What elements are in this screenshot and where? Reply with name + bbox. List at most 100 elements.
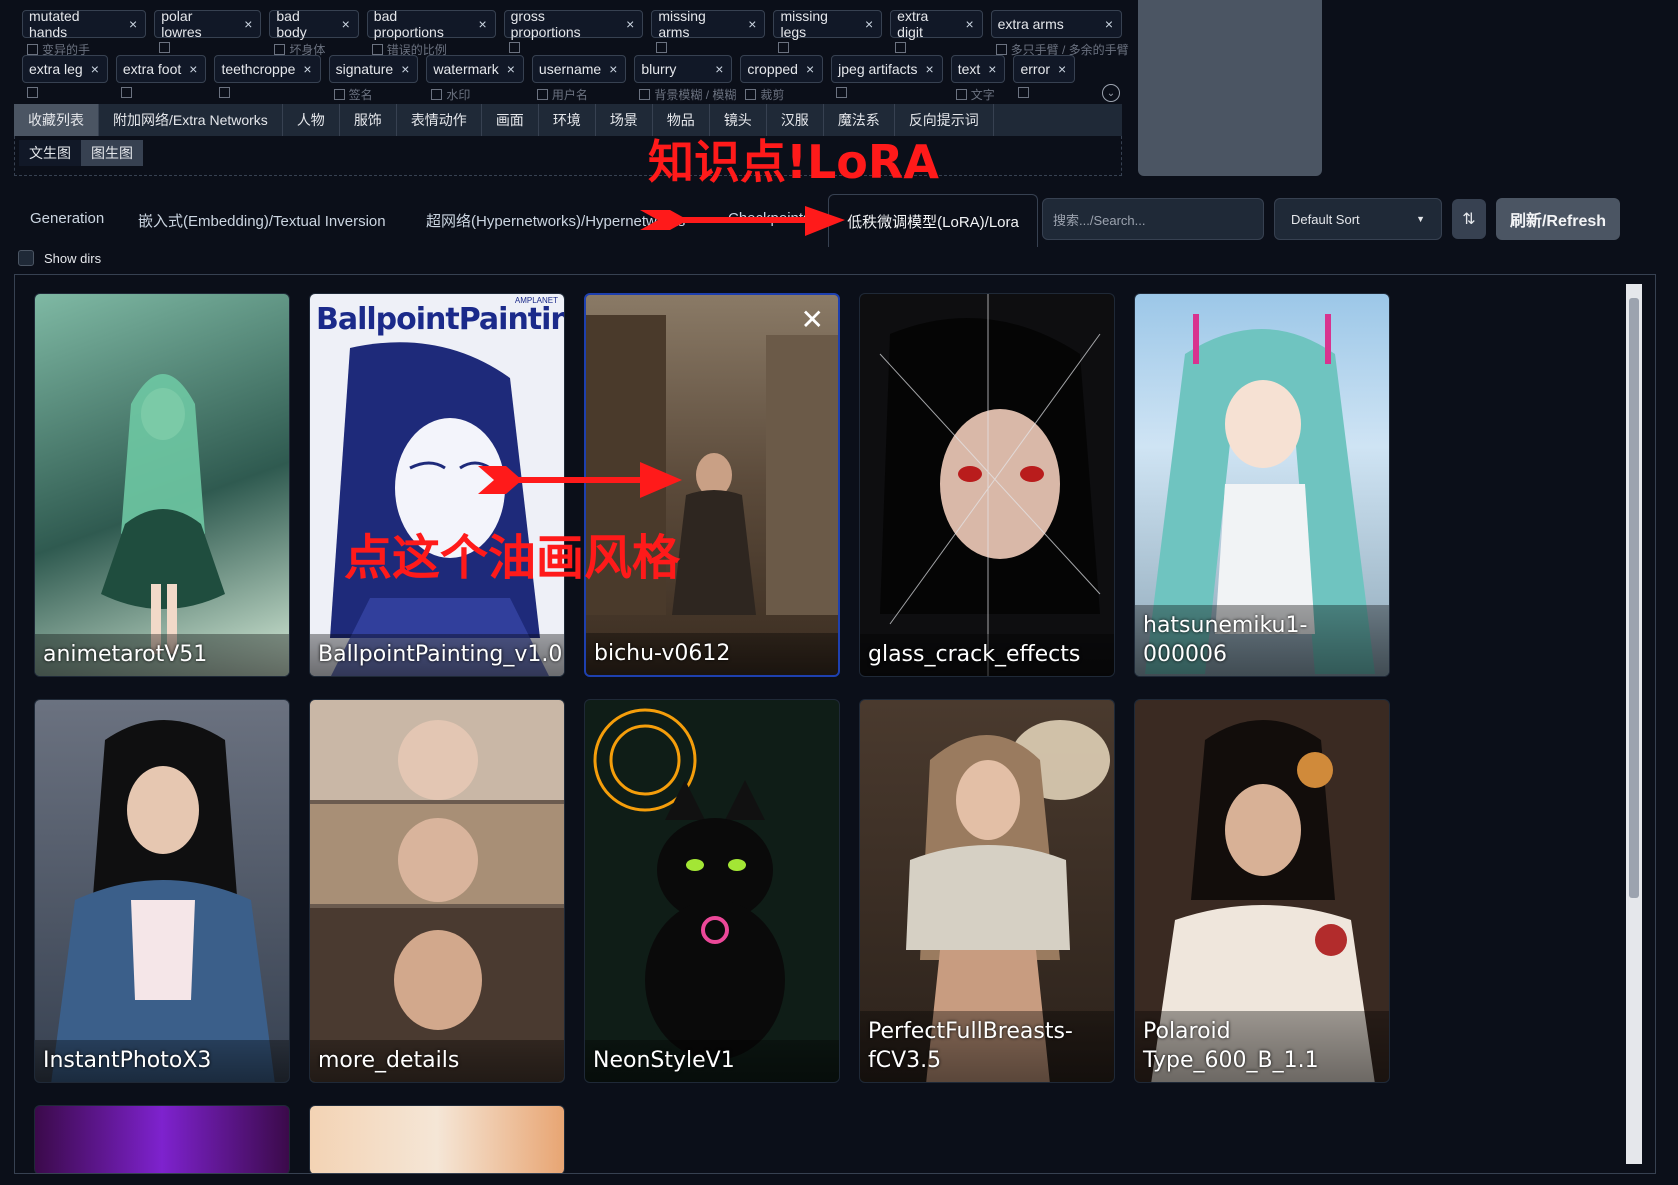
chevron-down-icon[interactable]: ⌄ (1102, 84, 1120, 102)
close-icon[interactable]: × (965, 16, 973, 32)
tab-favorites[interactable]: 收藏列表 (14, 104, 99, 136)
lora-card[interactable]: more_details (309, 699, 565, 1083)
card-name: more_details (310, 1040, 564, 1082)
checkbox[interactable] (18, 250, 34, 266)
tab-txt2img[interactable]: 文生图 (19, 140, 81, 166)
tag-translation: 背景模糊 / 模糊 (639, 86, 736, 103)
tab-generation[interactable]: Generation (30, 210, 104, 227)
tag-translation: 用户名 (536, 86, 588, 103)
card-name: PerfectFullBreasts-fCV3.5 (860, 1010, 1114, 1082)
tab-clothing[interactable]: 服饰 (340, 104, 397, 136)
tag-chip[interactable]: extra arms × 多只手臂 / 多余的手臂 (990, 10, 1129, 57)
close-icon[interactable]: × (988, 61, 996, 77)
tag-chip[interactable]: teethcroppe × (214, 55, 321, 98)
close-icon[interactable]: ✕ (801, 303, 824, 336)
tag-chip[interactable]: bad body × 坏身体 (269, 8, 359, 57)
close-icon[interactable]: × (189, 61, 197, 77)
tab-scene[interactable]: 场景 (596, 104, 653, 136)
tag-label: signature (335, 61, 394, 77)
tag-chip[interactable]: jpeg artifacts × (831, 55, 943, 98)
tag-chip[interactable]: missing legs × (773, 8, 883, 53)
search-input[interactable]: 搜索.../Search... (1042, 198, 1264, 240)
lora-card[interactable]: glass_crack_effects (859, 293, 1115, 677)
tag-chip[interactable]: text × 文字 (950, 55, 1006, 102)
card-name: BallpointPainting_v1.0 (310, 634, 564, 676)
tag-chip[interactable]: bad proportions × 错误的比例 (366, 8, 496, 57)
tag-chip[interactable]: watermark × 水印 (426, 55, 524, 102)
close-icon[interactable]: × (626, 16, 634, 32)
close-icon[interactable]: × (865, 16, 873, 32)
close-icon[interactable]: × (91, 61, 99, 77)
close-icon[interactable]: × (609, 61, 617, 77)
close-icon[interactable]: × (748, 16, 756, 32)
sort-direction-icon[interactable]: ⇅ (1452, 199, 1486, 239)
card-thumbnail (330, 342, 549, 676)
tag-label: extra digit (897, 8, 929, 40)
tag-chip[interactable]: polar lowres × (154, 8, 262, 53)
scrollbar-thumb[interactable] (1629, 298, 1639, 898)
tag-chip[interactable]: extra foot × (115, 55, 207, 98)
lora-card[interactable]: InstantPhotoX3 (34, 699, 290, 1083)
lora-card[interactable] (34, 1105, 290, 1173)
close-icon[interactable]: × (303, 61, 311, 77)
tag-translation (159, 41, 174, 55)
caret-down-icon: ▼ (1416, 214, 1425, 224)
close-icon[interactable]: × (926, 61, 934, 77)
tag-chip[interactable]: username × 用户名 (531, 55, 627, 102)
tag-chip[interactable]: gross proportions × (503, 8, 644, 53)
tag-label: extra arms (997, 16, 1064, 32)
annotation-oil-painting: 点这个油画风格 (344, 530, 681, 586)
close-icon[interactable]: × (342, 16, 350, 32)
tab-expressions[interactable]: 表情动作 (397, 104, 482, 136)
close-icon[interactable]: × (244, 16, 252, 32)
card-thumbnail (51, 720, 275, 1082)
close-icon[interactable]: × (507, 61, 515, 77)
lora-card[interactable]: Polaroid Type_600_B_1.1 (1134, 699, 1390, 1083)
tab-extra-networks[interactable]: 附加网络/Extra Networks (99, 104, 283, 136)
tag-chip[interactable]: cropped × 裁剪 (740, 55, 824, 102)
close-icon[interactable]: × (478, 16, 486, 32)
tab-environment[interactable]: 环境 (539, 104, 596, 136)
sub-tab-bar: 文生图 图生图 (14, 136, 1122, 176)
tag-translation (836, 86, 851, 100)
close-icon[interactable]: × (1105, 16, 1113, 32)
tag-chip[interactable]: extra leg × (22, 55, 108, 98)
tag-label: gross proportions (510, 8, 581, 40)
tag-translation (895, 41, 910, 55)
close-icon[interactable]: × (806, 61, 814, 77)
lora-card[interactable]: hatsunemiku1-000006 (1134, 293, 1390, 677)
tab-people[interactable]: 人物 (283, 104, 340, 136)
tag-chip[interactable]: signature × 签名 (328, 55, 419, 102)
show-dirs-toggle[interactable]: Show dirs (18, 250, 101, 266)
card-name: NeonStyleV1 (585, 1040, 839, 1082)
close-icon[interactable]: × (401, 61, 409, 77)
lora-card[interactable] (309, 1105, 565, 1173)
tag-chip[interactable]: error × (1013, 55, 1076, 98)
tag-chip[interactable]: missing arms × (651, 8, 766, 53)
close-icon[interactable]: × (715, 61, 723, 77)
tag-chip[interactable]: mutated hands × 变异的手 (22, 8, 147, 57)
tag-translation (778, 41, 793, 55)
lora-card[interactable]: NeonStyleV1 (584, 699, 840, 1083)
lora-card[interactable]: PerfectFullBreasts-fCV3.5 (859, 699, 1115, 1083)
tab-lora[interactable]: 低秩微调模型(LoRA)/Lora (828, 194, 1038, 247)
tag-label: blurry (641, 61, 677, 77)
show-dirs-label: Show dirs (44, 250, 102, 266)
tag-chip[interactable]: extra digit × (890, 8, 983, 53)
tag-translation (508, 41, 524, 55)
tag-label: mutated hands (29, 8, 80, 40)
card-name: glass_crack_effects (860, 634, 1114, 676)
tag-translation: 水印 (431, 86, 470, 103)
tag-chip[interactable]: blurry × 背景模糊 / 模糊 (634, 55, 736, 102)
close-icon[interactable]: × (129, 16, 137, 32)
card-name: animetarotV51 (35, 634, 289, 676)
refresh-button[interactable]: 刷新/Refresh (1496, 198, 1620, 240)
card-thumbnail (593, 708, 785, 1060)
close-icon[interactable]: × (1058, 61, 1066, 77)
lora-card[interactable]: animetarotV51 (34, 293, 290, 677)
tab-img2img[interactable]: 图生图 (81, 140, 143, 166)
sort-select[interactable]: Default Sort ▼ (1274, 198, 1442, 240)
tab-picture[interactable]: 画面 (482, 104, 539, 136)
tab-embedding[interactable]: 嵌入式(Embedding)/Textual Inversion (138, 210, 386, 231)
tag-label: missing legs (780, 8, 828, 40)
